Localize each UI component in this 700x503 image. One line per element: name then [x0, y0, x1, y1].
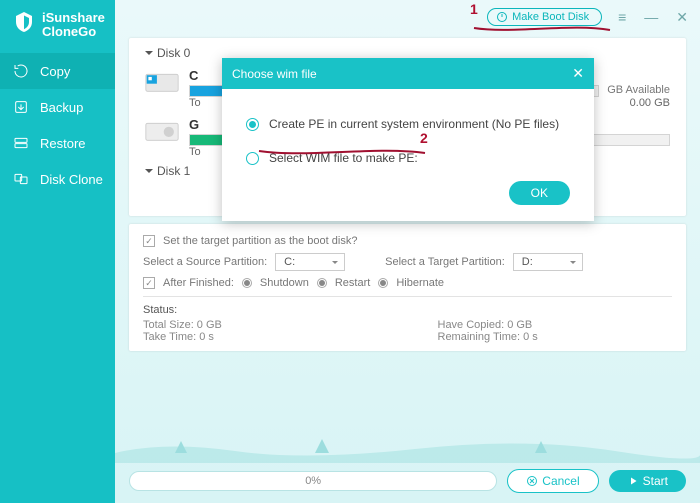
disk-clone-icon: [12, 171, 30, 187]
have-copied: Have Copied: 0 GB: [438, 319, 673, 331]
option-select-wim[interactable]: Select WIM file to make PE:: [246, 141, 570, 175]
option-create-pe[interactable]: Create PE in current system environment …: [246, 107, 570, 141]
boot-label: Make Boot Disk: [512, 11, 589, 23]
start-button[interactable]: Start: [609, 470, 686, 492]
target-select[interactable]: D:: [513, 253, 583, 271]
nav-label: Copy: [40, 64, 70, 79]
set-target-checkbox[interactable]: [143, 235, 155, 247]
radio-select-wim[interactable]: [246, 152, 259, 165]
remaining-time: Remaining Time: 0 s: [438, 331, 673, 343]
nav-label: Backup: [40, 100, 83, 115]
nav-backup[interactable]: Backup: [0, 89, 115, 125]
dialog-close-icon[interactable]: ✕: [572, 65, 584, 82]
brand-icon: [12, 10, 36, 39]
nav-restore[interactable]: Restore: [0, 125, 115, 161]
drive-g-icon: [145, 117, 179, 145]
take-time: Take Time: 0 s: [143, 331, 378, 343]
topbar: Make Boot Disk ≡ — ✕: [115, 0, 700, 34]
radio-hibernate[interactable]: [378, 278, 388, 288]
set-target-label: Set the target partition as the boot dis…: [163, 235, 357, 247]
make-boot-disk-button[interactable]: Make Boot Disk: [487, 8, 602, 26]
target-label: Select a Target Partition:: [385, 256, 505, 268]
status-label: Status:: [143, 304, 177, 316]
source-label: Select a Source Partition:: [143, 256, 267, 268]
radio-create-pe[interactable]: [246, 118, 259, 131]
nav-label: Disk Clone: [40, 172, 103, 187]
power-icon: [496, 11, 508, 23]
total-size: Total Size: 0 GB: [143, 319, 378, 331]
bottom-bar: 0% Cancel Start: [129, 469, 686, 493]
drive-c-icon: [145, 68, 179, 96]
radio-shutdown[interactable]: [242, 278, 252, 288]
nav-disk-clone[interactable]: Disk Clone: [0, 161, 115, 197]
play-icon: [627, 475, 639, 487]
radio-restart[interactable]: [317, 278, 327, 288]
dialog-titlebar: Choose wim file ✕: [222, 58, 594, 89]
nav-copy[interactable]: Copy: [0, 53, 115, 89]
cancel-button[interactable]: Cancel: [507, 469, 598, 493]
after-finished-label: After Finished:: [163, 277, 234, 289]
option-create-pe-label: Create PE in current system environment …: [269, 117, 559, 131]
nav-label: Restore: [40, 136, 86, 151]
brand-text: iSunshare CloneGo: [42, 11, 105, 39]
window-controls: ≡ — ✕: [614, 9, 692, 26]
source-select[interactable]: C:: [275, 253, 345, 271]
ok-button[interactable]: OK: [509, 181, 570, 205]
app-logo: iSunshare CloneGo: [0, 0, 115, 53]
copy-icon: [12, 63, 30, 79]
settings-panel: Set the target partition as the boot dis…: [129, 224, 686, 351]
backup-icon: [12, 99, 30, 115]
scenery-decoration: [115, 433, 700, 463]
option-select-wim-label: Select WIM file to make PE:: [269, 151, 418, 165]
progress-bar: 0%: [129, 471, 497, 491]
menu-button[interactable]: ≡: [614, 9, 630, 26]
after-finished-checkbox[interactable]: [143, 277, 155, 289]
drive-c-avail: GB Available: [607, 84, 670, 96]
cancel-icon: [526, 475, 538, 487]
dialog-title: Choose wim file: [232, 67, 317, 81]
minimize-button[interactable]: —: [640, 9, 662, 26]
restore-icon: [12, 135, 30, 151]
sidebar: iSunshare CloneGo Copy Backup Restore Di…: [0, 0, 115, 503]
choose-wim-dialog: Choose wim file ✕ Create PE in current s…: [222, 58, 594, 221]
close-button[interactable]: ✕: [672, 9, 692, 26]
